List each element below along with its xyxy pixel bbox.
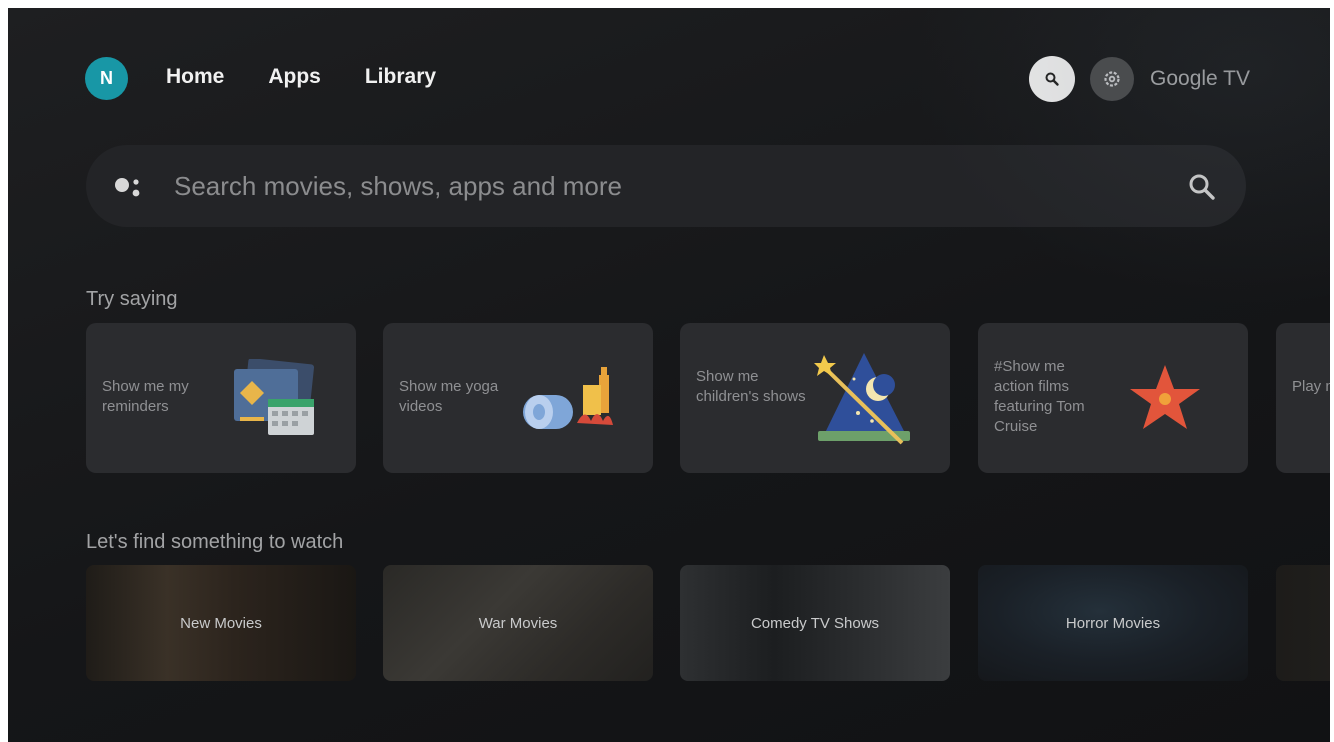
search-icon [1045,72,1059,86]
suggestion-card-action-films[interactable]: #Show me action films featuring Tom Crui… [978,323,1248,473]
nav-apps[interactable]: Apps [268,65,321,89]
suggestion-text: #Show me action films featuring Tom Crui… [994,358,1085,435]
search-button[interactable] [1029,56,1075,102]
suggestion-text: Show me children's shows [696,368,806,405]
category-label: War Movies [478,614,558,632]
category-thumbnail [1276,565,1330,681]
search-icon [1189,174,1215,200]
category-card-new-movies[interactable]: New Movies [86,565,356,681]
nav-library[interactable]: Library [365,65,436,89]
google-assistant-icon [115,178,140,197]
avatar-letter: N [100,68,113,88]
category-label: Horror Movies [1065,614,1161,632]
search-bar[interactable]: Search movies, shows, apps and more [86,145,1246,227]
suggestion-text: Play musi [1292,378,1330,395]
yoga-mat-icon [523,367,613,429]
category-label: Comedy TV Shows [750,614,880,632]
category-label: New Movies [180,614,262,632]
try-saying-title: Try saying [86,288,178,310]
suggestion-card-childrens-shows[interactable]: Show me children's shows [680,323,950,473]
top-nav: Home Apps Library [166,65,436,89]
settings-button[interactable] [1090,57,1134,101]
category-card-war-movies[interactable]: War Movies [383,565,653,681]
suggestion-text: Show me my reminders [102,378,189,415]
star-icon [1130,365,1200,429]
gear-icon [1104,71,1120,87]
brand-label: Google TV [1150,67,1251,90]
category-card-horror-movies[interactable]: Horror Movies [978,565,1248,681]
suggestion-card-reminders[interactable]: Show me my reminders [86,323,356,473]
watch-section-title: Let's find something to watch [86,531,344,553]
tv-home-screen: N Home Apps Library Google TV Search mov… [8,8,1330,742]
search-placeholder: Search movies, shows, apps and more [174,171,622,201]
category-card-partial[interactable] [1276,565,1330,681]
calendar-icon [234,359,315,435]
suggestion-card-music[interactable]: Play musi [1276,323,1330,473]
wizard-hat-icon [814,353,910,445]
profile-avatar[interactable]: N [85,57,128,100]
suggestion-text: Show me yoga videos [399,378,499,415]
suggestion-card-yoga[interactable]: Show me yoga videos [383,323,653,473]
category-card-comedy-tv-shows[interactable]: Comedy TV Shows [680,565,950,681]
nav-home[interactable]: Home [166,65,224,89]
